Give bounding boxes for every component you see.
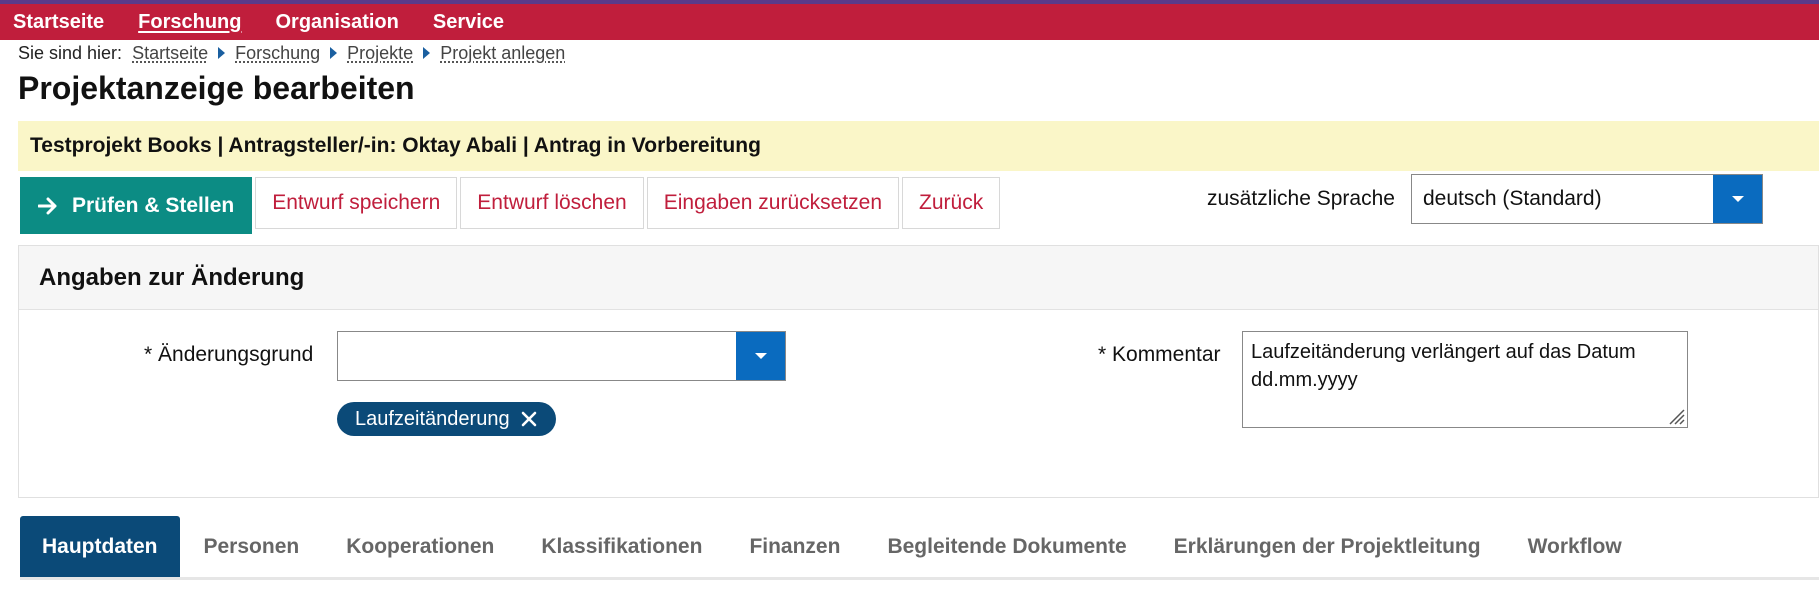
nav-item-startseite[interactable]: Startseite	[13, 11, 104, 34]
language-selected-value: deutsch (Standard)	[1423, 187, 1602, 210]
main-navigation: Startseite Forschung Organisation Servic…	[0, 4, 1819, 40]
breadcrumb-separator-icon	[423, 47, 431, 59]
page-title: Projektanzeige bearbeiten	[18, 70, 415, 106]
breadcrumb-separator-icon	[218, 47, 226, 59]
pruefen-stellen-label: Prüfen & Stellen	[72, 193, 235, 217]
change-reason-chip: Laufzeitänderung	[337, 402, 556, 436]
change-details-header: Angaben zur Änderung	[19, 246, 1818, 310]
tab-personen[interactable]: Personen	[181, 516, 323, 577]
change-reason-label: * Änderungsgrund	[144, 343, 314, 366]
tab-workflow[interactable]: Workflow	[1505, 516, 1645, 577]
reset-inputs-button[interactable]: Eingaben zurücksetzen	[646, 177, 900, 229]
tab-hauptdaten[interactable]: Hauptdaten	[20, 516, 180, 577]
breadcrumb-link-startseite[interactable]: Startseite	[132, 43, 208, 64]
section-tabs: Hauptdaten Personen Kooperationen Klassi…	[20, 516, 1819, 580]
nav-item-forschung[interactable]: Forschung	[138, 11, 241, 34]
breadcrumb-link-projekt-anlegen[interactable]: Projekt anlegen	[440, 43, 565, 64]
tab-klassifikationen[interactable]: Klassifikationen	[518, 516, 725, 577]
back-button[interactable]: Zurück	[902, 177, 1001, 229]
comment-textarea[interactable]: Laufzeitänderung verlängert auf das Datu…	[1242, 331, 1688, 428]
change-reason-dropdown-button[interactable]	[736, 332, 785, 380]
change-reason-value	[338, 332, 736, 380]
pruefen-stellen-button[interactable]: Prüfen & Stellen	[20, 177, 253, 234]
change-reason-chip-label: Laufzeitänderung	[355, 407, 510, 430]
change-reason-select[interactable]	[337, 331, 786, 381]
change-details-title: Angaben zur Änderung	[39, 263, 305, 291]
breadcrumb-separator-icon	[330, 47, 338, 59]
resize-grip-icon[interactable]	[1665, 405, 1685, 425]
project-status-bar: Testprojekt Books | Antragsteller/-in: O…	[18, 121, 1819, 171]
save-draft-button[interactable]: Entwurf speichern	[255, 177, 458, 229]
nav-item-service[interactable]: Service	[433, 11, 504, 34]
breadcrumb-link-forschung[interactable]: Forschung	[235, 43, 320, 64]
tab-begleitende-dokumente[interactable]: Begleitende Dokumente	[864, 516, 1149, 577]
breadcrumb-label: Sie sind hier:	[18, 42, 123, 63]
tab-finanzen[interactable]: Finanzen	[726, 516, 863, 577]
arrow-right-icon	[38, 197, 58, 215]
language-dropdown-button[interactable]	[1713, 175, 1762, 223]
breadcrumb: Sie sind hier: Startseite Forschung Proj…	[18, 42, 565, 64]
nav-item-organisation[interactable]: Organisation	[276, 11, 399, 34]
language-select[interactable]: deutsch (Standard)	[1411, 174, 1763, 224]
chevron-down-icon	[1731, 196, 1744, 202]
action-toolbar: Prüfen & Stellen Entwurf speichern Entwu…	[20, 177, 1001, 234]
close-icon[interactable]	[520, 410, 538, 428]
delete-draft-button[interactable]: Entwurf löschen	[460, 177, 644, 229]
project-status-text: Testprojekt Books | Antragsteller/-in: O…	[30, 134, 761, 157]
language-label: zusätzliche Sprache	[1207, 187, 1395, 210]
breadcrumb-link-projekte[interactable]: Projekte	[347, 43, 413, 64]
chevron-down-icon	[754, 353, 767, 359]
comment-label: * Kommentar	[1098, 343, 1221, 366]
tab-erklaerungen-der-projektleitung[interactable]: Erklärungen der Projektleitung	[1151, 516, 1504, 577]
tab-kooperationen[interactable]: Kooperationen	[323, 516, 517, 577]
